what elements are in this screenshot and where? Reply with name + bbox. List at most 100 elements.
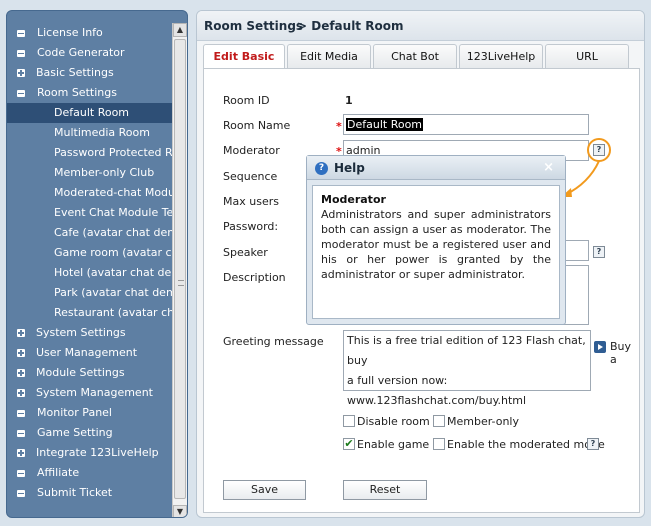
buy-link[interactable]: Buy a — [610, 340, 639, 366]
tab-url[interactable]: URL — [545, 44, 629, 69]
bullet-icon — [17, 50, 25, 57]
sidebar-item-label: Password Protected Roc — [54, 146, 173, 159]
expand-plus-icon[interactable] — [17, 389, 25, 397]
room-id-value: 1 — [345, 94, 353, 107]
sidebar-item-label: Module Settings — [36, 366, 125, 379]
sidebar-item-user-management[interactable]: User Management — [7, 343, 173, 363]
sidebar-item-member-only-club[interactable]: Member-only Club — [7, 163, 173, 183]
sidebar-item-label: System Management — [36, 386, 153, 399]
disable-room-checkbox[interactable] — [343, 415, 355, 427]
sidebar-item-password-protected-roc[interactable]: Password Protected Roc — [7, 143, 173, 163]
sidebar-item-label: Moderated-chat Module — [54, 186, 173, 199]
expand-plus-icon[interactable] — [17, 369, 25, 377]
bullet-icon — [17, 30, 25, 37]
sidebar-item-label: Room Settings — [37, 86, 117, 99]
bullet-icon — [17, 470, 25, 477]
expand-plus-icon[interactable] — [17, 329, 25, 337]
moderated-mode-label: Enable the moderated mode — [447, 438, 605, 451]
callout-circle-icon — [587, 138, 611, 162]
scroll-up-arrow-icon[interactable]: ▲ — [173, 23, 187, 37]
sidebar-item-room-settings[interactable]: Room Settings — [7, 83, 173, 103]
callout-arrow-icon — [561, 160, 600, 197]
scroll-thumb[interactable] — [174, 39, 186, 499]
help-info-icon: ? — [315, 162, 328, 175]
sidebar-item-label: License Info — [37, 26, 103, 39]
help-popup-header[interactable]: ? Help × — [307, 156, 565, 180]
sidebar-item-label: Integrate 123LiveHelp — [36, 446, 159, 459]
sidebar-item-label: Monitor Panel — [37, 406, 112, 419]
sidebar-item-restaurant-avatar-chat[interactable]: Restaurant (avatar chat — [7, 303, 173, 323]
sidebar-item-game-setting[interactable]: Game Setting — [7, 423, 173, 443]
sidebar-nav: License Info Code Generator Basic Settings… — [7, 23, 173, 503]
sidebar-item-default-room[interactable]: Default Room — [7, 103, 173, 123]
help-popup-body: Moderator Administrators and super admin… — [312, 185, 560, 319]
sidebar-item-label: Member-only Club — [54, 166, 155, 179]
required-star-icon: * — [336, 120, 342, 133]
sidebar-item-license-info[interactable]: License Info — [7, 23, 173, 43]
sidebar-item-basic-settings[interactable]: Basic Settings — [7, 63, 173, 83]
sidebar-item-label: Default Room — [54, 106, 130, 119]
close-icon[interactable]: × — [543, 160, 554, 175]
expand-plus-icon[interactable] — [17, 349, 25, 357]
sidebar-item-module-settings[interactable]: Module Settings — [7, 363, 173, 383]
enable-game-checkbox[interactable]: ✔ — [343, 438, 355, 450]
disable-room-label: Disable room — [357, 415, 430, 428]
sidebar-item-multimedia-room[interactable]: Multimedia Room — [7, 123, 173, 143]
sidebar-item-label: Cafe (avatar chat demo) — [54, 226, 173, 239]
help-question-icon[interactable]: ? — [593, 246, 605, 258]
sidebar-item-affiliate[interactable]: Affiliate — [7, 463, 173, 483]
sidebar-scrollbar[interactable]: ▲ ▼ — [172, 23, 187, 517]
member-only-checkbox[interactable] — [433, 415, 445, 427]
play-arrow-icon[interactable] — [594, 341, 606, 353]
bullet-icon — [17, 90, 25, 97]
sidebar-item-label: Hotel (avatar chat demo — [54, 266, 173, 279]
scroll-grip-icon — [178, 280, 184, 286]
help-heading: Moderator — [321, 193, 386, 206]
sidebar-item-label: User Management — [36, 346, 138, 359]
room-name-value: Default Room — [346, 118, 424, 131]
breadcrumb: Room Settings > Default Room — [197, 11, 644, 41]
save-button[interactable]: Save — [223, 480, 306, 500]
tab-123livehelp[interactable]: 123LiveHelp — [459, 44, 543, 69]
sidebar-item-submit-ticket[interactable]: Submit Ticket — [7, 483, 173, 503]
sidebar-item-monitor-panel[interactable]: Monitor Panel — [7, 403, 173, 423]
sidebar-item-system-settings[interactable]: System Settings — [7, 323, 173, 343]
sidebar-item-label: Multimedia Room — [54, 126, 150, 139]
sidebar-item-event-chat-module-test[interactable]: Event Chat Module Test — [7, 203, 173, 223]
help-question-icon[interactable]: ? — [587, 438, 599, 450]
room-name-label: Room Name — [223, 119, 291, 132]
sidebar-item-label: Game Setting — [37, 426, 113, 439]
help-text: Administrators and super administrators … — [321, 208, 551, 281]
enable-game-label: Enable game — [357, 438, 430, 451]
sidebar-item-system-management[interactable]: System Management — [7, 383, 173, 403]
sidebar-item-cafe-avatar-chat-demo[interactable]: Cafe (avatar chat demo) — [7, 223, 173, 243]
sidebar: License Info Code Generator Basic Settings… — [6, 10, 188, 518]
sidebar-item-label: Basic Settings — [36, 66, 114, 79]
sidebar-item-hotel-avatar-chat-demo[interactable]: Hotel (avatar chat demo — [7, 263, 173, 283]
moderated-mode-checkbox[interactable] — [433, 438, 445, 450]
sidebar-item-integrate-123livehelp[interactable]: Integrate 123LiveHelp — [7, 443, 173, 463]
help-popup: ? Help × Moderator Administrators and su… — [306, 155, 566, 325]
sidebar-item-game-room-avatar-chat[interactable]: Game room (avatar chat — [7, 243, 173, 263]
tab-bar: Edit Basic Edit Media Chat Bot 123LiveHe… — [203, 44, 644, 70]
sidebar-item-park-avatar-chat-demo[interactable]: Park (avatar chat demo) — [7, 283, 173, 303]
moderator-label: Moderator — [223, 144, 280, 157]
greeting-textarea[interactable]: This is a free trial edition of 123 Flas… — [343, 330, 591, 407]
expand-plus-icon[interactable] — [17, 449, 25, 457]
room-name-input[interactable]: Default Room — [343, 114, 589, 135]
sidebar-item-code-generator[interactable]: Code Generator — [7, 43, 173, 63]
sequence-label: Sequence — [223, 170, 278, 183]
breadcrumb-section[interactable]: Room Settings — [204, 19, 303, 33]
sidebar-item-label: Affiliate — [37, 466, 80, 479]
help-popup-title: Help — [334, 161, 365, 175]
expand-plus-icon[interactable] — [17, 69, 25, 77]
sidebar-item-label: Park (avatar chat demo) — [54, 286, 173, 299]
bullet-icon — [17, 490, 25, 497]
reset-button[interactable]: Reset — [343, 480, 427, 500]
sidebar-item-moderated-chat-module[interactable]: Moderated-chat Module — [7, 183, 173, 203]
tab-edit-media[interactable]: Edit Media — [287, 44, 371, 69]
tab-chat-bot[interactable]: Chat Bot — [373, 44, 457, 69]
scroll-down-arrow-icon[interactable]: ▼ — [173, 505, 187, 517]
sidebar-item-label: Code Generator — [37, 46, 125, 59]
tab-edit-basic[interactable]: Edit Basic — [203, 44, 285, 70]
